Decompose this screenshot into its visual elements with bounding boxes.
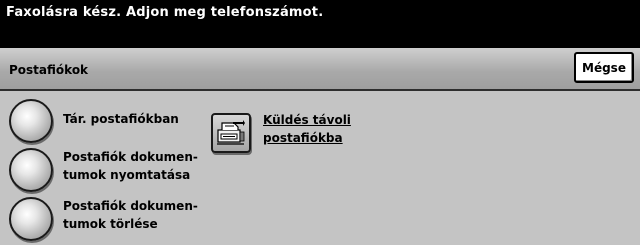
- send-to-remote-mailbox-button[interactable]: [211, 113, 251, 153]
- mailbox-options-panel: Tár. postafiókban Postafiók dokumen- tum…: [0, 91, 640, 241]
- radio-button-icon[interactable]: [9, 99, 53, 143]
- send-to-remote-mailbox-label: Küldés távoli postafiókba: [263, 113, 351, 145]
- status-bar: Faxolásra kész. Adjon meg telefonszámot.: [0, 0, 640, 48]
- fax-mailbox-icon: [217, 120, 245, 145]
- header-bar: Postafiókok Mégse: [0, 48, 640, 91]
- radio-button-icon[interactable]: [9, 148, 53, 192]
- page-title: Postafiókok: [9, 63, 89, 77]
- option-store-in-mailbox[interactable]: Tár. postafiókban: [9, 99, 209, 147]
- option-print-mailbox-documents[interactable]: Postafiók dokumen- tumok nyomtatása: [9, 148, 209, 196]
- option-delete-mailbox-documents[interactable]: Postafiók dokumen- tumok törlése: [9, 197, 209, 245]
- send-to-remote-mailbox[interactable]: Küldés távoli postafiókba: [211, 113, 371, 159]
- option-label: Tár. postafiókban: [63, 112, 179, 126]
- cancel-button[interactable]: Mégse: [574, 52, 634, 83]
- radio-button-icon[interactable]: [9, 197, 53, 241]
- option-label: Postafiók dokumen- tumok nyomtatása: [63, 150, 198, 182]
- status-message: Faxolásra kész. Adjon meg telefonszámot.: [6, 5, 324, 20]
- option-label: Postafiók dokumen- tumok törlése: [63, 199, 198, 231]
